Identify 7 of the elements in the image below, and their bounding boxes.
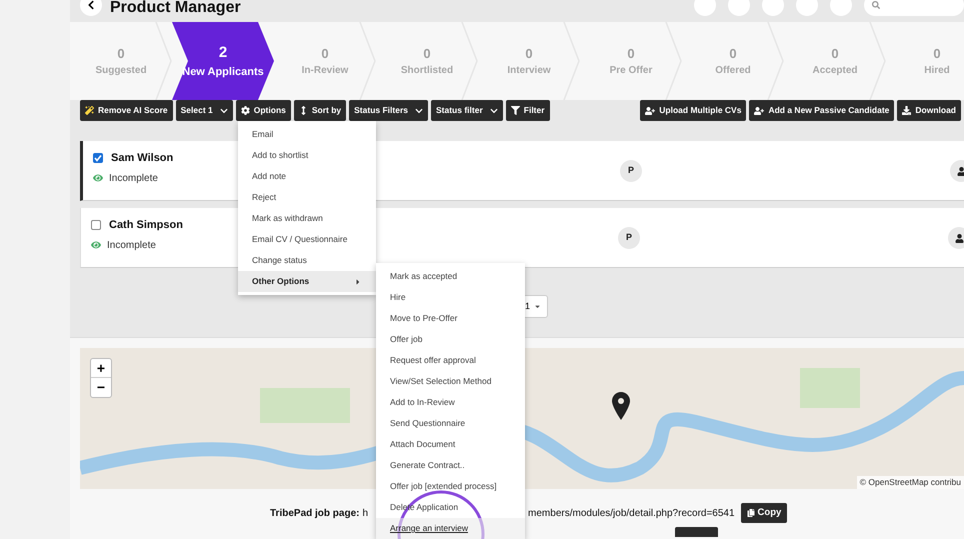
candidate-status: Incomplete xyxy=(109,172,158,186)
avatar-initial: P xyxy=(618,227,640,249)
page-title: Product Manager xyxy=(110,0,241,17)
map-attribution: © OpenStreetMap contribu xyxy=(856,476,964,489)
avatar-initial: P xyxy=(620,160,642,182)
job-page-label: TribePad job page: xyxy=(270,506,360,520)
candidate-status: Incomplete xyxy=(107,238,156,252)
